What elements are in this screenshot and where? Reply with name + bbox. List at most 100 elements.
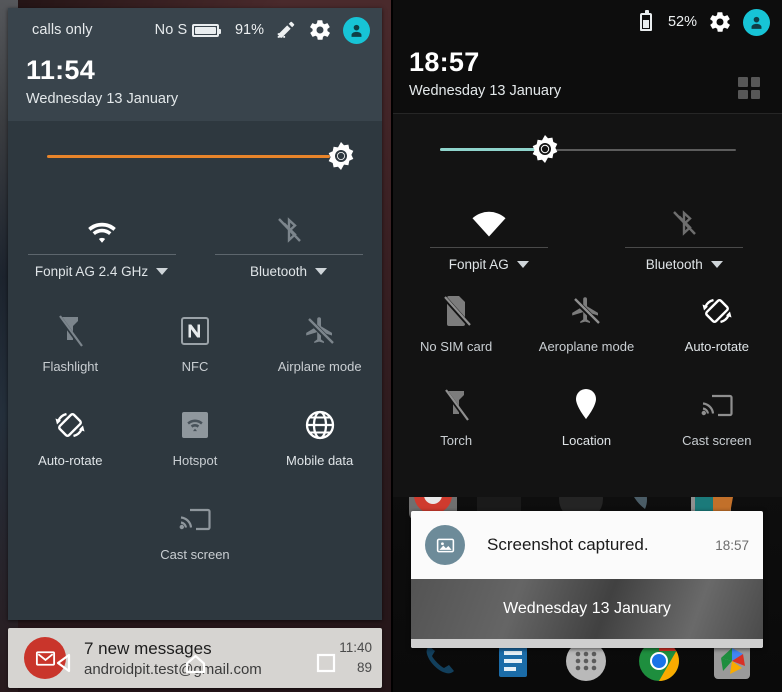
globe-icon — [304, 401, 336, 449]
quick-tiles-right: No SIM card Aeroplane mode Auto-rotate T… — [391, 279, 782, 467]
notification-date-band: Wednesday 13 January — [411, 579, 763, 639]
tile-torch[interactable]: Torch — [391, 373, 521, 467]
tile-label: Torch — [440, 433, 473, 448]
location-pin-icon — [573, 381, 599, 429]
battery-percent-label: 52% — [667, 14, 697, 30]
bluetooth-tile-right[interactable]: Bluetooth — [587, 187, 782, 279]
right-phone-screen: 52% 18:57 Wednesday 13 January Fonpit AG… — [391, 0, 782, 692]
bluetooth-label: Bluetooth — [249, 264, 308, 279]
tile-auto-rotate[interactable]: Auto-rotate — [652, 279, 782, 373]
grid-cell — [750, 77, 760, 87]
quick-tiles-left: Flashlight NFC Airplane mode Auto-rotate… — [8, 289, 382, 581]
tile-label: Cast screen — [682, 433, 752, 448]
notification-title: Screenshot captured. — [487, 535, 649, 554]
tile-aeroplane-mode[interactable]: Aeroplane mode — [521, 279, 651, 373]
notification-card-left[interactable]: 7 new messages androidpit.test@gmail.com… — [8, 628, 382, 688]
chevron-down-icon[interactable] — [710, 261, 723, 268]
clock-date: Wednesday 13 January — [409, 82, 562, 99]
tile-nfc[interactable]: NFC — [133, 299, 258, 393]
notification-text-block: 7 new messages androidpit.test@gmail.com — [84, 639, 339, 678]
tile-flashlight[interactable]: Flashlight — [8, 299, 133, 393]
flashlight-off-icon — [442, 381, 470, 429]
battery-icon — [639, 10, 652, 31]
status-bar-right: 52% — [391, 0, 782, 44]
tile-label: Aeroplane mode — [538, 339, 635, 354]
brightness-sun-icon[interactable] — [324, 139, 358, 173]
wifi-label-group[interactable]: Fonpit AG — [449, 257, 529, 272]
bluetooth-label-group[interactable]: Bluetooth — [249, 264, 328, 279]
grid-view-icon[interactable] — [738, 77, 760, 99]
notification-footer-handle[interactable] — [411, 639, 763, 648]
bluetooth-off-icon — [669, 187, 699, 239]
wifi-tile-right[interactable]: Fonpit AG — [391, 187, 587, 279]
wifi-label: Fonpit AG 2.4 GHz — [34, 264, 149, 279]
notification-subtitle: androidpit.test@gmail.com — [84, 660, 262, 678]
bluetooth-label: Bluetooth — [645, 257, 703, 272]
user-avatar-icon[interactable] — [343, 16, 370, 44]
user-avatar-icon[interactable] — [743, 8, 770, 36]
panel-header-left: calls only No S 91% 11:54 Wednesday 13 J… — [8, 8, 382, 121]
brightness-sun-icon[interactable] — [528, 132, 562, 166]
image-icon — [425, 525, 465, 565]
hotspot-icon — [181, 401, 209, 449]
tile-cast-screen[interactable]: Cast screen — [652, 373, 782, 467]
left-phone-screen: calls only No S 91% 11:54 Wednesday 13 J… — [0, 0, 391, 692]
tile-auto-rotate[interactable]: Auto-rotate — [8, 393, 133, 487]
tile-hotspot[interactable]: Hotspot — [133, 393, 258, 487]
quick-settings-panel-right: 52% 18:57 Wednesday 13 January Fonpit AG… — [391, 0, 782, 497]
cast-screen-icon — [701, 381, 733, 429]
notification-time: 11:40 — [339, 639, 372, 655]
brightness-track-filled — [440, 148, 538, 151]
chevron-down-icon[interactable] — [516, 261, 529, 268]
brightness-slider-left[interactable] — [8, 121, 382, 194]
flashlight-off-icon — [56, 307, 84, 355]
clock-time: 11:54 — [26, 55, 96, 85]
battery-percent-label: 91% — [234, 22, 264, 38]
bluetooth-divider — [214, 254, 363, 255]
tile-cast-screen[interactable]: Cast screen — [133, 487, 258, 581]
bluetooth-off-icon — [274, 194, 304, 246]
wifi-icon — [85, 194, 119, 246]
screen-separator — [391, 0, 393, 692]
notification-time: 18:57 — [715, 537, 749, 553]
status-icon-group: 91% — [191, 16, 370, 44]
notification-meta: 11:40 89 — [339, 638, 372, 679]
tile-label: Cast screen — [160, 547, 230, 562]
grid-cell — [750, 89, 760, 99]
panel-header-right: 52% 18:57 Wednesday 13 January — [391, 0, 782, 113]
no-sim-card-icon — [441, 287, 471, 335]
chevron-down-icon[interactable] — [156, 268, 169, 275]
tile-no-sim-card[interactable]: No SIM card — [391, 279, 521, 373]
settings-gear-icon[interactable] — [308, 18, 332, 42]
wifi-divider — [27, 254, 176, 255]
cast-screen-icon — [179, 495, 211, 543]
edit-icon[interactable] — [275, 19, 297, 41]
tile-label: No SIM card — [420, 339, 493, 354]
status-bar-left: calls only No S 91% — [8, 8, 382, 52]
connectivity-row-left: Fonpit AG 2.4 GHz Bluetooth — [8, 194, 382, 289]
settings-gear-icon[interactable] — [708, 10, 732, 34]
connectivity-row-right: Fonpit AG Bluetooth — [391, 187, 782, 279]
tile-label: Mobile data — [286, 453, 354, 468]
tile-label: Flashlight — [42, 359, 99, 374]
notification-card-right[interactable]: Screenshot captured. 18:57 Wednesday 13 … — [411, 511, 763, 648]
tile-mobile-data[interactable]: Mobile data — [257, 393, 382, 487]
bluetooth-label-group[interactable]: Bluetooth — [646, 257, 723, 272]
wifi-tile-left[interactable]: Fonpit AG 2.4 GHz — [8, 194, 195, 289]
wifi-label-group[interactable]: Fonpit AG 2.4 GHz — [34, 264, 169, 279]
tile-airplane-mode[interactable]: Airplane mode — [257, 299, 382, 393]
battery-icon — [191, 23, 221, 37]
clock-block-left: 11:54 Wednesday 13 January — [8, 52, 382, 106]
bluetooth-tile-left[interactable]: Bluetooth — [195, 194, 382, 289]
brightness-slider-right[interactable] — [391, 114, 782, 187]
carrier-label: calls only — [32, 22, 93, 38]
sim-label: No S — [154, 22, 188, 38]
tile-label: Location — [561, 433, 612, 448]
chevron-down-icon[interactable] — [315, 268, 328, 275]
tile-label: Hotspot — [172, 453, 218, 468]
tile-label: Airplane mode — [277, 359, 362, 374]
notification-band-text: Wednesday 13 January — [503, 600, 671, 617]
tile-location[interactable]: Location — [521, 373, 651, 467]
clock-time: 18:57 — [409, 47, 480, 77]
wifi-divider — [429, 247, 548, 248]
